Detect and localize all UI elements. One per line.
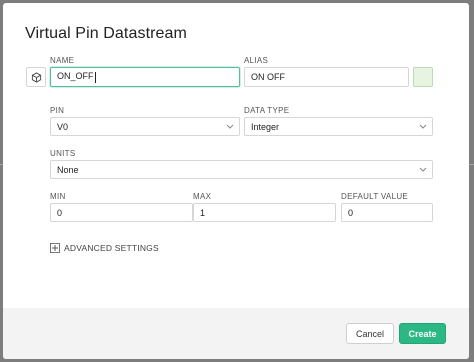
virtual-pin-dialog: Virtual Pin Datastream NAME ON_OFF ALIAS… bbox=[3, 3, 469, 359]
advanced-settings-label: ADVANCED SETTINGS bbox=[64, 243, 159, 253]
cancel-button[interactable]: Cancel bbox=[346, 323, 394, 344]
backdrop-divider-right bbox=[469, 164, 474, 165]
units-label: UNITS bbox=[50, 149, 76, 158]
max-value: 1 bbox=[200, 207, 206, 218]
chevron-down-icon bbox=[414, 161, 432, 178]
data-type-value: Integer bbox=[251, 121, 280, 132]
max-input[interactable]: 1 bbox=[193, 203, 336, 222]
color-swatch[interactable] bbox=[413, 67, 433, 87]
datastream-icon-button[interactable] bbox=[26, 67, 46, 87]
data-type-label: DATA TYPE bbox=[244, 106, 290, 115]
default-value-label: DEFAULT VALUE bbox=[341, 192, 409, 201]
pin-label: PIN bbox=[50, 106, 65, 115]
create-button[interactable]: Create bbox=[399, 323, 446, 344]
min-input[interactable]: 0 bbox=[50, 203, 193, 222]
units-select[interactable]: None bbox=[50, 160, 433, 179]
pin-value: V0 bbox=[57, 121, 69, 132]
pin-select[interactable]: V0 bbox=[50, 117, 240, 136]
alias-value: ON OFF bbox=[251, 72, 285, 82]
alias-label: ALIAS bbox=[244, 56, 269, 65]
min-value: 0 bbox=[57, 207, 63, 218]
data-type-select[interactable]: Integer bbox=[244, 117, 433, 136]
max-label: MAX bbox=[193, 192, 212, 201]
default-value-value: 0 bbox=[348, 207, 354, 218]
min-label: MIN bbox=[50, 192, 66, 201]
chevron-down-icon bbox=[414, 118, 432, 135]
units-value: None bbox=[57, 164, 79, 175]
text-cursor bbox=[94, 71, 96, 83]
alias-input[interactable]: ON OFF bbox=[244, 67, 409, 87]
plus-icon bbox=[50, 243, 60, 253]
chevron-down-icon bbox=[221, 118, 239, 135]
cube-icon bbox=[31, 71, 41, 83]
name-input[interactable]: ON_OFF bbox=[50, 67, 240, 87]
dialog-title: Virtual Pin Datastream bbox=[25, 25, 187, 42]
default-value-input[interactable]: 0 bbox=[341, 203, 433, 222]
name-value: ON_OFF bbox=[57, 71, 94, 82]
name-label: NAME bbox=[50, 56, 75, 65]
advanced-settings-toggle[interactable]: ADVANCED SETTINGS bbox=[50, 243, 159, 253]
